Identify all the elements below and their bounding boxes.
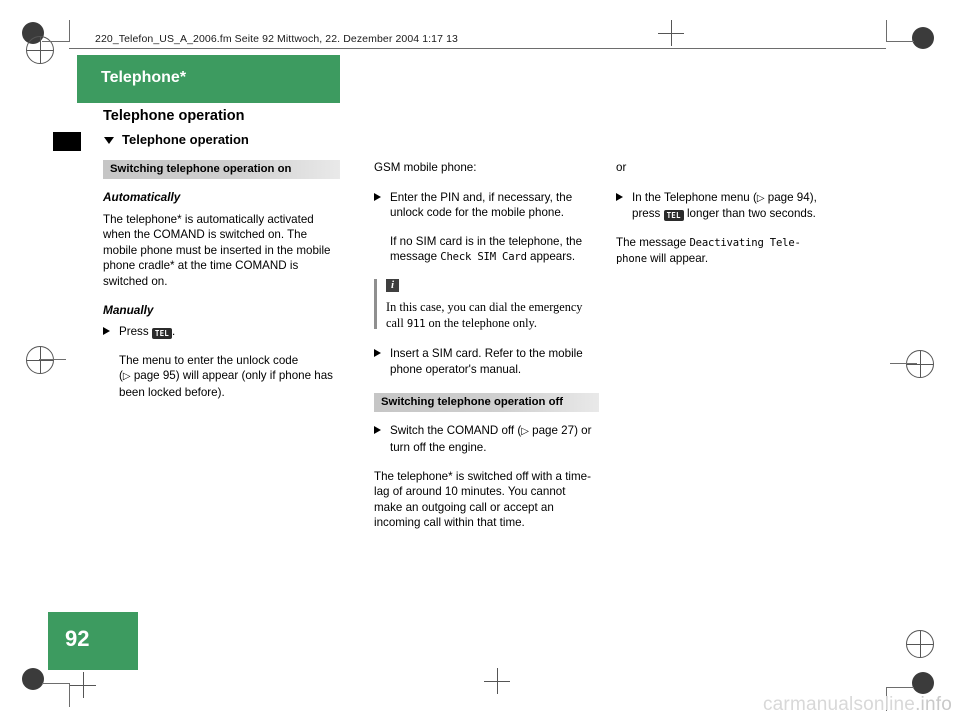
- page-ref-icon: ▷: [521, 426, 529, 438]
- crop-line-top: [69, 20, 70, 42]
- heading-manually: Manually: [103, 302, 154, 317]
- label-or: or: [616, 161, 627, 174]
- paragraph-deactivating-message: The message Deactivating Tele- phone wil…: [616, 235, 838, 268]
- page-ref-icon: ▷: [122, 371, 131, 383]
- column-one: Switching telephone operation on Automat…: [103, 160, 340, 414]
- note-text-b: on the telephone only.: [428, 315, 537, 330]
- bullet-enter-pin: Enter the PIN and, if necessary, the unl…: [374, 190, 596, 221]
- manual-page: 220_Telefon_US_A_2006.fm Seite 92 Mittwo…: [0, 0, 960, 720]
- watermark-main: carmanualsonline: [762, 694, 916, 715]
- page-number-block: 92: [48, 612, 138, 670]
- menu-page-ref: page 94: [767, 190, 810, 204]
- paragraph-automatic: The telephone* is automatically activate…: [103, 212, 331, 288]
- arrow-bullet-icon: [103, 327, 110, 336]
- crop-line-right-upper: [886, 41, 914, 42]
- display-message-deactivating-2: phone: [616, 253, 647, 266]
- crop-line-right-edge-mid: [890, 363, 917, 364]
- subsection-bar-switch-on: Switching telephone operation on: [103, 160, 340, 179]
- bullet-press-tel: Press TEL.: [103, 324, 340, 340]
- paragraph-menu-unlock: The menu to enter the unlock code (▷ pag…: [103, 353, 340, 401]
- page-ref-icon: ▷: [756, 192, 765, 204]
- arrow-bullet-icon: [374, 349, 381, 358]
- column-two: GSM mobile phone: Enter the PIN and, if …: [374, 160, 599, 544]
- bullet-telephone-menu: In the Telephone menu (▷ page 94), press…: [616, 190, 838, 222]
- menu-page-ref: page 95: [133, 369, 176, 383]
- paragraph-switched-off: The telephone* is switched off with a ti…: [374, 469, 591, 530]
- menu-text-a: In the Telephone menu (: [632, 190, 757, 204]
- switch-text-a: Switch the COMAND off (: [390, 424, 522, 438]
- display-message-deactivating-1: Deactivating Tele-: [689, 236, 801, 249]
- tel-key-icon: TEL: [663, 210, 684, 222]
- registration-cross-left-mid: [26, 346, 54, 374]
- heading-automatically: Automatically: [103, 190, 181, 204]
- registration-dot-bottom-right: [912, 672, 934, 694]
- crop-line-bottom-left: [69, 683, 70, 707]
- registration-cross-bottom-right: [906, 630, 934, 658]
- label-gsm-mobile-phone: GSM mobile phone:: [374, 161, 477, 174]
- press-label: Press: [119, 325, 149, 339]
- registration-dot-bottom-left: [22, 668, 44, 690]
- arrow-bullet-icon: [374, 192, 381, 201]
- note-body: In this case, you can dial the emergency…: [386, 300, 596, 332]
- registration-cross-bottom-mid: [484, 668, 510, 694]
- switch-page-ref: page 27: [532, 424, 575, 438]
- emergency-number: 911: [406, 317, 426, 330]
- bullet-switch-comand-off: Switch the COMAND off (▷ page 27) or tur…: [374, 423, 596, 455]
- display-message-check-sim: Check SIM Card: [440, 251, 527, 264]
- paragraph-no-sim: If no SIM card is in the telephone, the …: [374, 234, 596, 266]
- crop-line-top-right: [886, 20, 887, 42]
- header-rule: [69, 48, 886, 49]
- message-text-a: The message: [616, 235, 687, 249]
- info-icon: i: [386, 278, 399, 292]
- registration-cross-right-mid: [906, 350, 934, 378]
- message-text-b: will appear.: [650, 252, 709, 266]
- page-title: Telephone operation: [103, 108, 245, 124]
- subsection-bar-switch-off: Switching telephone operation off: [374, 393, 599, 413]
- watermark-suffix: .info: [915, 694, 952, 715]
- crop-line-left-edge-mid: [39, 359, 66, 360]
- arrow-bullet-icon: [374, 426, 381, 435]
- column-three: or In the Telephone menu (▷ page 94), pr…: [616, 160, 838, 268]
- menu-text-c: longer than two seconds.: [686, 207, 816, 221]
- arrow-bullet-icon: [616, 192, 623, 201]
- page-number: 92: [65, 626, 90, 651]
- crop-line-left-upper: [42, 41, 70, 42]
- registration-cross-top-mid: [658, 20, 684, 46]
- info-note: i In this case, you can dial the emergen…: [374, 278, 596, 332]
- crop-line-left-lower: [42, 683, 70, 684]
- section-heading: Telephone operation: [122, 132, 249, 147]
- watermark: carmanualsonline.info: [763, 694, 952, 716]
- triangle-down-icon: [104, 137, 114, 144]
- press-period: .: [172, 325, 176, 339]
- bullet-insert-sim: Insert a SIM card. Refer to the mobile p…: [374, 346, 596, 377]
- crop-line-right-lower: [886, 687, 914, 688]
- note-rule: [374, 278, 377, 330]
- bullet-insert-sim-text: Insert a SIM card. Refer to the mobile p…: [390, 347, 583, 376]
- chapter-tab-label: Telephone*: [101, 69, 187, 86]
- section-marker: [53, 132, 81, 151]
- registration-dot-top-right: [912, 27, 934, 49]
- tel-key-icon: TEL: [151, 328, 173, 340]
- no-sim-text-b: appears.: [530, 250, 576, 264]
- bullet-enter-pin-text: Enter the PIN and, if necessary, the unl…: [390, 190, 573, 220]
- registration-cross-bottom-left: [70, 672, 96, 698]
- chapter-tab: Telephone*: [77, 55, 340, 103]
- file-header: 220_Telefon_US_A_2006.fm Seite 92 Mittwo…: [95, 33, 458, 45]
